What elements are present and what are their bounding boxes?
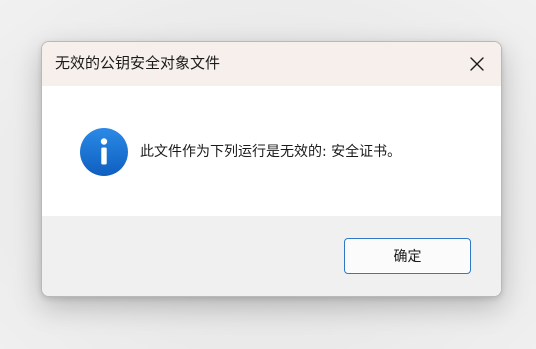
ok-button[interactable]: 确定 (344, 238, 471, 274)
dialog-titlebar: 无效的公钥安全对象文件 (42, 42, 501, 86)
close-button[interactable] (457, 48, 497, 80)
dialog-title: 无效的公钥安全对象文件 (55, 54, 221, 72)
invalid-pkcs-dialog: 无效的公钥安全对象文件 此文件作为下列运行是无效的: 安全证书。 确定 (41, 41, 502, 297)
dialog-message: 此文件作为下列运行是无效的: 安全证书。 (140, 144, 402, 160)
close-icon (470, 57, 484, 71)
info-icon (80, 128, 128, 176)
dialog-footer: 确定 (42, 216, 501, 296)
dialog-content: 此文件作为下列运行是无效的: 安全证书。 (42, 86, 501, 216)
